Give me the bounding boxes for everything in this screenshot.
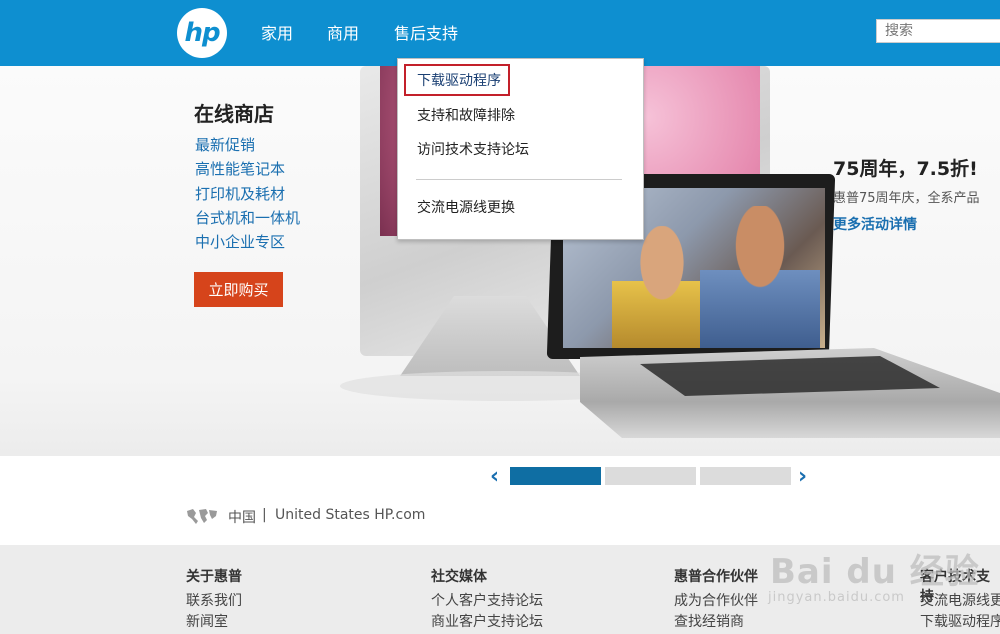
promo-details-link[interactable]: 更多活动详情 (833, 214, 917, 234)
search-input[interactable] (876, 19, 1000, 43)
store-link-smb[interactable]: 中小企业专区 (195, 231, 285, 252)
locale-separator: | (262, 507, 267, 523)
nav-home[interactable]: 家用 (261, 20, 293, 44)
store-link-desktops[interactable]: 台式机和一体机 (195, 207, 300, 228)
buy-now-button[interactable]: 立即购买 (194, 272, 283, 307)
menu-item-troubleshooting[interactable]: 支持和故障排除 (417, 105, 515, 125)
baidu-watermark: Bai du 经验 jingyan.baidu.com (760, 530, 1000, 610)
person-man (700, 206, 820, 348)
menu-divider (416, 179, 622, 180)
nav-business[interactable]: 商用 (327, 20, 359, 44)
carousel-prev-icon[interactable]: ‹ (490, 464, 499, 489)
footer-heading-partners: 惠普合作伙伴 (674, 569, 758, 585)
footer-heading-social: 社交媒体 (431, 569, 487, 585)
carousel-dot-2[interactable] (605, 467, 696, 485)
carousel-dot-3[interactable] (700, 467, 791, 485)
promo-subtitle: 惠普75周年庆，全系产品 (833, 191, 980, 206)
footer-link-business-forum[interactable]: 商业客户支持论坛 (431, 611, 543, 631)
menu-item-power-cord[interactable]: 交流电源线更换 (417, 197, 515, 217)
carousel-next-icon[interactable]: › (798, 464, 807, 489)
person-woman (612, 226, 712, 348)
top-nav-bar: hp 家用 商用 售后支持 (0, 0, 1000, 66)
footer-link-find-reseller[interactable]: 查找经销商 (674, 611, 744, 631)
store-link-promotions[interactable]: 最新促销 (195, 134, 255, 155)
store-link-printers[interactable]: 打印机及耗材 (195, 183, 285, 204)
logo-text: hp (184, 18, 220, 48)
nav-support[interactable]: 售后支持 (394, 20, 458, 44)
store-title: 在线商店 (194, 102, 274, 126)
locale-country[interactable]: 中国 (228, 507, 256, 527)
locale-us-link[interactable]: United States HP.com (275, 507, 425, 523)
promo-title: 75周年，7.5折! (833, 158, 978, 180)
watermark-sub-text: jingyan.baidu.com (768, 590, 905, 605)
store-link-notebooks[interactable]: 高性能笔记本 (195, 158, 285, 179)
footer-link-contact[interactable]: 联系我们 (186, 590, 242, 610)
footer-heading-about: 关于惠普 (186, 569, 242, 585)
world-map-icon (187, 509, 217, 524)
menu-item-support-forum[interactable]: 访问技术支持论坛 (417, 139, 529, 159)
carousel-dot-1[interactable] (510, 467, 601, 485)
hp-logo[interactable]: hp (177, 8, 227, 58)
footer-link-newsroom[interactable]: 新闻室 (186, 611, 228, 631)
footer-link-become-partner[interactable]: 成为合作伙伴 (674, 590, 758, 610)
footer-link-personal-forum[interactable]: 个人客户支持论坛 (431, 590, 543, 610)
watermark-main-text: Bai du 经验 (770, 552, 980, 592)
highlight-box (404, 64, 510, 96)
footer-link-drivers[interactable]: 下载驱动程序 (920, 611, 1000, 631)
